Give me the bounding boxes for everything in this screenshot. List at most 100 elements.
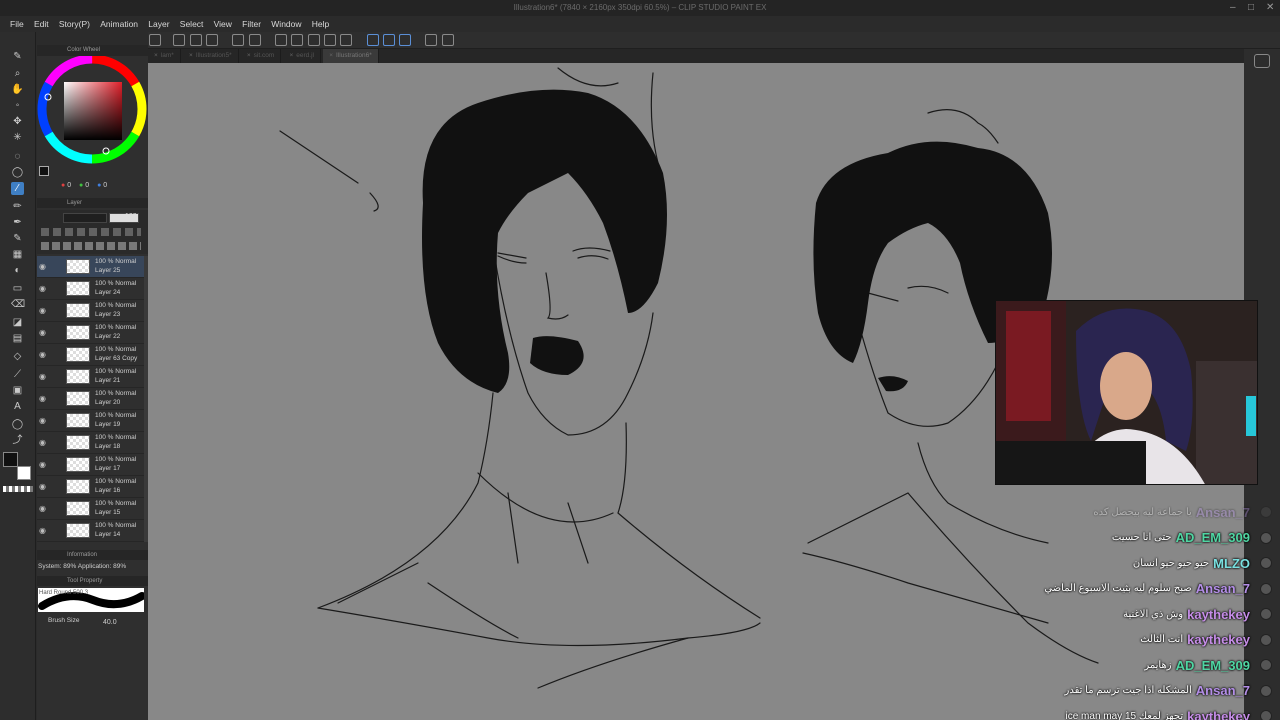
blend-icon[interactable]: ◐ (11, 264, 24, 277)
ruler-snap-icon[interactable] (366, 34, 379, 46)
frame-icon[interactable]: ▦ (11, 248, 24, 261)
brush-icon[interactable]: ⁄ (11, 182, 24, 195)
menu-story[interactable]: Story(P) (55, 17, 94, 31)
layer-row[interactable]: ◉ 100 % Normal Layer 19 (37, 410, 145, 432)
eye-icon[interactable]: ◉ (39, 416, 46, 425)
eye-icon[interactable]: ◉ (39, 284, 46, 293)
pencil-icon[interactable]: ✏ (11, 200, 24, 213)
chat-message: ice man may 15 تجهز لمعك kaythekey (1066, 704, 1272, 720)
eye-icon[interactable]: ◉ (39, 438, 46, 447)
document-tab[interactable]: × eerd.jl (283, 49, 321, 63)
layer-row[interactable]: ◉ 100 % Normal Layer 15 (37, 498, 145, 520)
clear-icon[interactable] (275, 34, 288, 46)
eye-icon[interactable]: ◉ (39, 306, 46, 315)
grid-snap-icon[interactable] (398, 34, 411, 46)
eye-icon[interactable]: ◉ (39, 262, 46, 271)
save-icon[interactable] (205, 34, 218, 46)
special-ruler-snap-icon[interactable] (382, 34, 395, 46)
invert-selection-icon[interactable] (340, 34, 353, 46)
sub-color-swatch[interactable] (17, 466, 31, 480)
document-tab[interactable]: × sit.com (241, 49, 282, 63)
menu-window[interactable]: Window (267, 17, 305, 31)
eye-icon[interactable]: ◉ (39, 460, 46, 469)
layout-icon[interactable] (149, 34, 161, 46)
layer-blend-mode: 100 % Normal (95, 434, 137, 441)
correct-line-icon[interactable]: ⤴ (11, 434, 24, 447)
layer-row[interactable]: ◉ 100 % Normal Layer 17 (37, 454, 145, 476)
balloon-icon[interactable]: ◯ (11, 418, 24, 431)
menu-animation[interactable]: Animation (96, 17, 142, 31)
minimize-icon[interactable]: – (1230, 2, 1236, 13)
gradient-icon[interactable]: ▤ (11, 332, 24, 345)
text-area-icon[interactable]: ▭ (11, 282, 24, 295)
layer-row[interactable]: ◉ 100 % Normal Layer 20 (37, 388, 145, 410)
document-tab-active[interactable]: × Illustration6* (323, 49, 379, 63)
brush-size-value[interactable]: 40.0 (103, 619, 117, 626)
layer-row[interactable]: ◉ 100 % Normal Layer 24 (37, 278, 145, 300)
menu-layer[interactable]: Layer (144, 17, 173, 31)
blend-mode-select[interactable] (63, 213, 107, 223)
document-tab[interactable]: × lam* (148, 49, 181, 63)
transparent-color-swatch[interactable] (3, 486, 33, 492)
close-icon[interactable]: ✕ (1266, 2, 1274, 13)
eye-icon[interactable]: ◉ (39, 482, 46, 491)
menu-file[interactable]: File (6, 17, 28, 31)
companion-icon[interactable] (425, 34, 438, 46)
user-avatar-icon (1260, 506, 1272, 518)
transform-icon[interactable] (307, 34, 320, 46)
layer-row[interactable]: ◉ 100 % Normal Layer 16 (37, 476, 145, 498)
menu-edit[interactable]: Edit (30, 17, 53, 31)
layer-action-icons[interactable] (41, 242, 141, 250)
text-icon[interactable]: A (11, 400, 24, 413)
menu-select[interactable]: Select (176, 17, 208, 31)
menu-help[interactable]: Help (308, 17, 333, 31)
layer-blend-mode: 100 % Normal (95, 346, 137, 353)
new-file-icon[interactable] (173, 34, 186, 46)
eye-icon[interactable]: ◉ (39, 526, 46, 535)
layer-row[interactable]: ◉ 100 % Normal Layer 63 Copy (37, 344, 145, 366)
eye-icon[interactable]: ◉ (39, 350, 46, 359)
eye-icon[interactable]: ◉ (39, 372, 46, 381)
marquee-icon[interactable]: ◯ (11, 166, 24, 179)
layer-row[interactable]: ◉ 100 % Normal Layer 25 (37, 256, 145, 278)
layer-row[interactable]: ◉ 100 % Normal Layer 21 (37, 366, 145, 388)
color-wheel[interactable] (37, 54, 148, 196)
eraser-icon[interactable]: ⌫ (11, 298, 25, 311)
ruler-icon[interactable]: ▣ (11, 384, 24, 397)
layer-row[interactable]: ◉ 100 % Normal Layer 18 (37, 432, 145, 454)
fill-icon[interactable] (291, 34, 304, 46)
layer-tool-icons[interactable] (41, 228, 141, 236)
material-icon[interactable] (1254, 54, 1270, 68)
layer-row[interactable]: ◉ 100 % Normal Layer 22 (37, 322, 145, 344)
lasso-icon[interactable]: ◌ (11, 150, 24, 163)
undo-icon[interactable] (232, 34, 245, 46)
decoration-icon[interactable]: ✎ (11, 232, 24, 245)
layer-row[interactable]: ◉ 100 % Normal Layer 14 (37, 520, 145, 542)
menu-filter[interactable]: Filter (238, 17, 265, 31)
move-icon[interactable]: ✥ (11, 115, 24, 128)
main-color-swatch[interactable] (3, 452, 18, 467)
eye-icon[interactable]: ◉ (39, 504, 46, 513)
line-icon[interactable]: ⟋ (11, 368, 24, 381)
airbrush-icon[interactable]: ✒ (11, 216, 24, 229)
maximize-icon[interactable]: □ (1248, 2, 1254, 13)
hand-icon[interactable]: ✋ (11, 83, 24, 96)
current-color-swatch[interactable] (39, 166, 49, 176)
pen-icon[interactable]: ✎ (11, 50, 24, 63)
figure-icon[interactable]: ◇ (11, 350, 24, 363)
layer-name: Layer 17 (95, 465, 121, 472)
eye-icon[interactable]: ◉ (39, 328, 46, 337)
eye-icon[interactable]: ◉ (39, 394, 46, 403)
menu-view[interactable]: View (210, 17, 236, 31)
settings-icon[interactable] (441, 34, 454, 46)
eyedropper-icon[interactable]: ◦ (11, 99, 24, 112)
layer-row[interactable]: ◉ 100 % Normal Layer 23 (37, 300, 145, 322)
deselect-icon[interactable] (323, 34, 336, 46)
zoom-icon[interactable]: ⌕ (11, 67, 24, 80)
document-tab[interactable]: × Illustration5* (183, 49, 239, 63)
redo-icon[interactable] (248, 34, 261, 46)
select-icon[interactable]: ✳ (11, 131, 24, 144)
open-file-icon[interactable] (189, 34, 202, 46)
fill-icon[interactable]: ◪ (11, 316, 24, 329)
opacity-value[interactable]: 100 (125, 213, 137, 220)
